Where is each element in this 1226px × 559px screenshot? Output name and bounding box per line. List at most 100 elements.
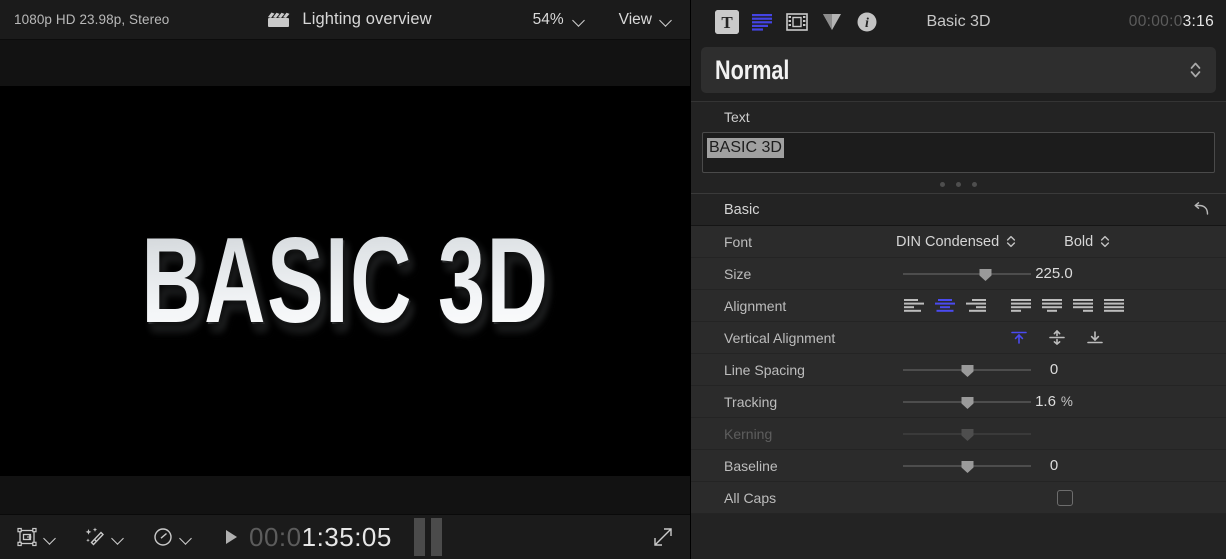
kerning-slider (903, 428, 1031, 440)
inspector-tabs: T (715, 10, 879, 34)
row-label: All Caps (724, 490, 864, 506)
film-strip-video-icon[interactable] (785, 10, 809, 34)
align-left-icon[interactable] (903, 298, 925, 313)
row-line-spacing: Line Spacing 0 (691, 354, 1226, 386)
baseline-value[interactable]: 0 (1009, 457, 1099, 474)
basic-section-title: Basic (724, 202, 759, 218)
slider-knob[interactable] (960, 364, 975, 378)
resize-dot (972, 182, 977, 187)
zoom-level-value: 54% (533, 11, 564, 29)
basic-section-header: Basic (691, 193, 1226, 226)
inspector-timecode-lit: 3:16 (1183, 13, 1214, 30)
text-section: Text BASIC 3D (691, 102, 1226, 193)
row-label: Baseline (724, 458, 864, 474)
text-format-lines-icon[interactable] (750, 10, 774, 34)
chevron-down-icon (574, 16, 585, 23)
text-input-field[interactable]: BASIC 3D (702, 132, 1215, 173)
inspector-timecode-dim: 00:00:0 (1129, 13, 1183, 30)
row-label: Tracking (724, 394, 864, 410)
row-label: Line Spacing (724, 362, 864, 378)
slider-knob[interactable] (960, 396, 975, 410)
valign-bottom-icon[interactable] (1085, 330, 1105, 345)
app-window: 1080p HD 23.98p, Stereo Lighting overvie… (0, 0, 1226, 559)
valign-middle-icon[interactable] (1047, 330, 1067, 345)
video-canvas[interactable]: BASIC 3D (0, 86, 690, 476)
row-kerning: Kerning (691, 418, 1226, 450)
row-label: Kerning (724, 426, 864, 442)
viewer-title: Lighting overview (302, 10, 431, 29)
align-right-icon[interactable] (965, 298, 987, 313)
font-family-dropdown[interactable]: DIN Condensed (896, 234, 1016, 250)
chevron-down-icon (45, 534, 56, 541)
justify-left-icon[interactable] (1010, 298, 1032, 313)
row-label: Alignment (724, 298, 864, 314)
canvas-text: BASIC 3D (141, 211, 549, 351)
slider-knob[interactable] (978, 268, 993, 282)
tracking-value[interactable]: 1.6% (1009, 393, 1099, 410)
viewer-bottom-toolbar: 00:01:35:05 (0, 514, 690, 559)
inspector-toolbar: T (691, 0, 1226, 44)
all-caps-checkbox[interactable] (1057, 490, 1073, 506)
chevron-down-icon (181, 534, 192, 541)
justify-center-icon[interactable] (1041, 298, 1063, 313)
letterbox-bottom (0, 476, 690, 514)
play-icon[interactable] (226, 530, 237, 544)
timecode-lit-part: 1:35:05 (302, 522, 392, 552)
preset-dropdown[interactable]: Normal (701, 47, 1216, 93)
row-size: Size 225.0 (691, 258, 1226, 290)
row-font: Font DIN Condensed Bold (691, 226, 1226, 258)
text-input-value: BASIC 3D (707, 138, 784, 158)
line-spacing-number: 0 (1050, 361, 1058, 378)
row-alignment: Alignment (691, 290, 1226, 322)
align-center-icon[interactable] (934, 298, 956, 313)
view-menu[interactable]: View (619, 11, 690, 29)
slider-knob (960, 428, 975, 442)
meter-bar (414, 518, 425, 556)
reset-arrow-icon[interactable] (1193, 202, 1210, 217)
up-down-stepper-icon (1006, 234, 1016, 249)
viewer-timecode[interactable]: 00:01:35:05 (249, 522, 392, 553)
audio-triangle-icon[interactable] (820, 10, 844, 34)
up-down-stepper-icon (1189, 60, 1202, 80)
preset-row: Normal (691, 44, 1226, 101)
chevron-down-icon (661, 16, 672, 23)
tracking-unit: % (1061, 394, 1073, 409)
enhance-menu[interactable] (82, 524, 124, 550)
tracking-number: 1.6 (1035, 393, 1056, 410)
resize-dots-icon[interactable] (691, 173, 1226, 193)
view-menu-label: View (619, 11, 652, 29)
svg-text:T: T (721, 13, 733, 32)
meter-bar (431, 518, 442, 556)
playhead-timecode-group[interactable]: 00:01:35:05 (226, 522, 392, 553)
justify-full-icon[interactable] (1103, 298, 1125, 313)
format-info-label: 1080p HD 23.98p, Stereo (0, 12, 169, 27)
viewer-pane: 1080p HD 23.98p, Stereo Lighting overvie… (0, 0, 690, 559)
retime-menu[interactable] (150, 524, 192, 550)
viewer-title-group: Lighting overview (267, 10, 431, 29)
basic-rows: Font DIN Condensed Bold (691, 226, 1226, 514)
resize-dot (940, 182, 945, 187)
size-value[interactable]: 225.0 (1009, 265, 1099, 282)
speedometer-retime-icon (150, 524, 176, 550)
expand-fullscreen-button[interactable] (652, 526, 674, 548)
crop-transform-menu[interactable] (14, 524, 56, 550)
resize-dot (956, 182, 961, 187)
valign-top-icon[interactable] (1009, 330, 1029, 345)
inspector-pane: T (690, 0, 1226, 559)
alignment-button-group (903, 298, 1134, 313)
audio-meter-bars (414, 518, 442, 556)
line-spacing-value[interactable]: 0 (1009, 361, 1099, 378)
letterbox-top (0, 40, 690, 86)
slider-knob[interactable] (960, 460, 975, 474)
text-section-label: Text (691, 109, 1226, 132)
font-style-dropdown[interactable]: Bold (1064, 234, 1110, 250)
row-all-caps: All Caps (691, 482, 1226, 514)
text-tab-icon[interactable]: T (715, 10, 739, 34)
row-label: Vertical Alignment (724, 330, 924, 346)
row-label: Size (724, 266, 864, 282)
magic-wand-enhance-icon (82, 524, 108, 550)
justify-right-icon[interactable] (1072, 298, 1094, 313)
zoom-level-menu[interactable]: 54% (533, 11, 585, 29)
crop-transform-icon (14, 524, 40, 550)
info-circle-icon[interactable]: i (855, 10, 879, 34)
